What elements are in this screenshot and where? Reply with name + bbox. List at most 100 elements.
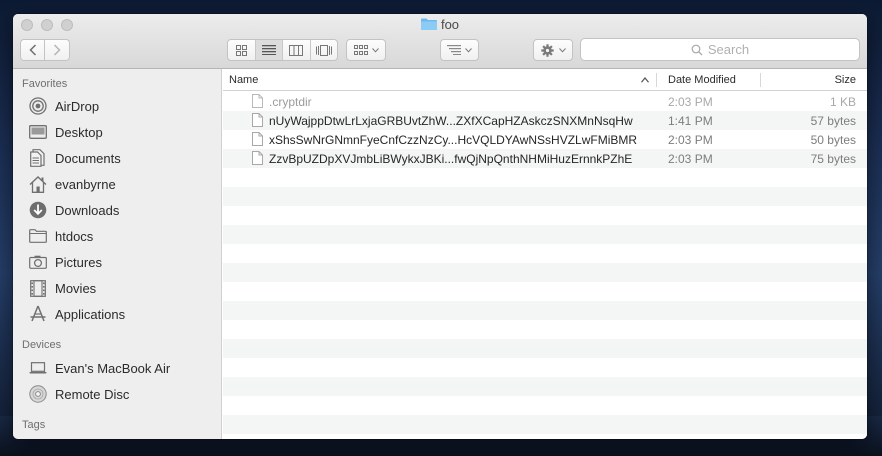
sidebar-item-desktop[interactable]: Desktop: [29, 121, 103, 143]
sidebar-item-home[interactable]: evanbyrne: [29, 173, 116, 195]
grid-icon: [235, 44, 247, 56]
sidebar-item-label: AirDrop: [55, 98, 100, 114]
sidebar-item-airdrop[interactable]: AirDrop: [29, 95, 99, 117]
file-name: nUyWajppDtwLrLxjaGRBUvtZhW...ZXfXCapHZAs…: [269, 114, 633, 128]
sidebar-item-applications[interactable]: Applications: [29, 303, 125, 325]
home-icon: [29, 175, 47, 193]
column-header-size[interactable]: Size: [835, 69, 856, 91]
sidebar-item-label: Downloads: [55, 202, 120, 218]
sidebar-item-label: evanbyrne: [55, 176, 116, 192]
gear-icon: [540, 43, 554, 57]
file-rows: .cryptdir 2:03 PM 1 KB nUyWajppDtwLrLxja…: [223, 92, 867, 439]
column-divider[interactable]: [656, 73, 657, 87]
document-icon: [252, 132, 263, 146]
empty-row: [223, 434, 867, 439]
file-date: 2:03 PM: [668, 95, 713, 109]
sidebar-item-label: Documents: [55, 150, 121, 166]
sidebar-item-macbook-air[interactable]: Evan's MacBook Air: [29, 357, 170, 379]
list-header: Name Date Modified Size: [223, 69, 867, 91]
cover-flow-button[interactable]: [311, 40, 338, 60]
column-view-button[interactable]: [283, 40, 311, 60]
back-button[interactable]: [20, 39, 45, 61]
sidebar-item-movies[interactable]: Movies: [29, 277, 96, 299]
documents-icon: [29, 149, 47, 167]
list-view-button[interactable]: [255, 40, 283, 60]
view-mode-segmented-control: [227, 39, 338, 61]
sidebar-item-label: Movies: [55, 280, 97, 296]
empty-row: [223, 187, 867, 206]
columns-icon: [289, 44, 304, 56]
forward-button[interactable]: [45, 39, 70, 61]
chevron-right-icon: [53, 44, 61, 56]
applications-icon: [29, 305, 47, 323]
devices-section-title: Devices: [22, 339, 62, 351]
column-header-name[interactable]: Name: [229, 69, 258, 91]
sort-lines-icon: [447, 45, 461, 55]
file-size: 75 bytes: [810, 152, 856, 166]
sidebar-item-pictures[interactable]: Pictures: [29, 251, 102, 273]
favorites-section-title: Favorites: [22, 78, 68, 90]
sidebar-item-htdocs[interactable]: htdocs: [29, 225, 93, 247]
sidebar-item-remote-disc[interactable]: Remote Disc: [29, 383, 129, 405]
column-divider[interactable]: [760, 73, 761, 87]
sidebar-item-label: htdocs: [55, 228, 94, 244]
file-name: ZzvBpUZDpXVJmbLiBWykxJBKi...fwQjNpQnthNH…: [269, 152, 633, 166]
table-row[interactable]: .cryptdir 2:03 PM 1 KB: [223, 92, 867, 111]
sidebar: Favorites AirDrop Desktop Documents evan…: [13, 69, 222, 439]
sidebar-item-label: Pictures: [55, 254, 102, 270]
file-date: 2:03 PM: [668, 133, 713, 147]
file-size: 50 bytes: [810, 133, 856, 147]
camera-icon: [29, 253, 47, 271]
search-placeholder: Search: [707, 42, 750, 57]
window-title: foo: [13, 17, 867, 33]
table-row[interactable]: nUyWajppDtwLrLxjaGRBUvtZhW...ZXfXCapHZAs…: [223, 111, 867, 130]
film-icon: [29, 279, 47, 297]
cover-flow-icon: [315, 44, 332, 56]
tags-section-title: Tags: [22, 419, 46, 431]
file-size: 1 KB: [829, 95, 856, 109]
chevron-left-icon: [28, 44, 36, 56]
empty-row: [223, 320, 867, 339]
empty-row: [223, 206, 867, 225]
empty-row: [223, 282, 867, 301]
empty-row: [223, 263, 867, 282]
empty-row: [223, 377, 867, 396]
search-field[interactable]: Search: [580, 38, 860, 61]
sidebar-item-label: Desktop: [55, 124, 103, 140]
file-name: xShsSwNrGNmnFyeCnfCzzNzCy...HcVQLDYAwNSs…: [269, 133, 638, 147]
sidebar-item-label: Applications: [55, 306, 126, 322]
desktop-icon: [29, 123, 47, 141]
empty-row: [223, 225, 867, 244]
table-row[interactable]: xShsSwNrGNmnFyeCnfCzzNzCy...HcVQLDYAwNSs…: [223, 130, 867, 149]
empty-row: [223, 168, 867, 187]
sidebar-item-label: Remote Disc: [55, 386, 130, 402]
column-header-date[interactable]: Date Modified: [668, 69, 736, 91]
sidebar-item-documents[interactable]: Documents: [29, 147, 121, 169]
file-date: 1:41 PM: [668, 114, 713, 128]
chevron-down-icon: [371, 47, 379, 53]
empty-row: [223, 339, 867, 358]
empty-row: [223, 358, 867, 377]
arrange-button[interactable]: [346, 39, 386, 61]
folder-icon: [29, 227, 47, 245]
action-button[interactable]: [533, 39, 573, 61]
empty-row: [223, 415, 867, 434]
document-icon: [252, 151, 263, 165]
table-row[interactable]: ZzvBpUZDpXVJmbLiBWykxJBKi...fwQjNpQnthNH…: [223, 149, 867, 168]
downloads-icon: [29, 201, 47, 219]
file-date: 2:03 PM: [668, 152, 713, 166]
document-icon: [252, 94, 263, 108]
file-name: .cryptdir: [269, 95, 312, 109]
sidebar-item-downloads[interactable]: Downloads: [29, 199, 119, 221]
empty-row: [223, 301, 867, 320]
empty-row: [223, 396, 867, 415]
disc-icon: [29, 385, 47, 403]
folder-icon: [420, 18, 437, 30]
window-title-text: foo: [440, 17, 460, 32]
chevron-down-icon: [558, 47, 566, 53]
laptop-icon: [29, 359, 47, 377]
sort-by-button[interactable]: [440, 39, 479, 61]
icon-view-button[interactable]: [228, 40, 256, 60]
file-list: Name Date Modified Size .cryptdir 2:03 P…: [223, 69, 867, 439]
finder-window: foo Search Favorites AirDrop Desktop Doc…: [13, 14, 867, 439]
